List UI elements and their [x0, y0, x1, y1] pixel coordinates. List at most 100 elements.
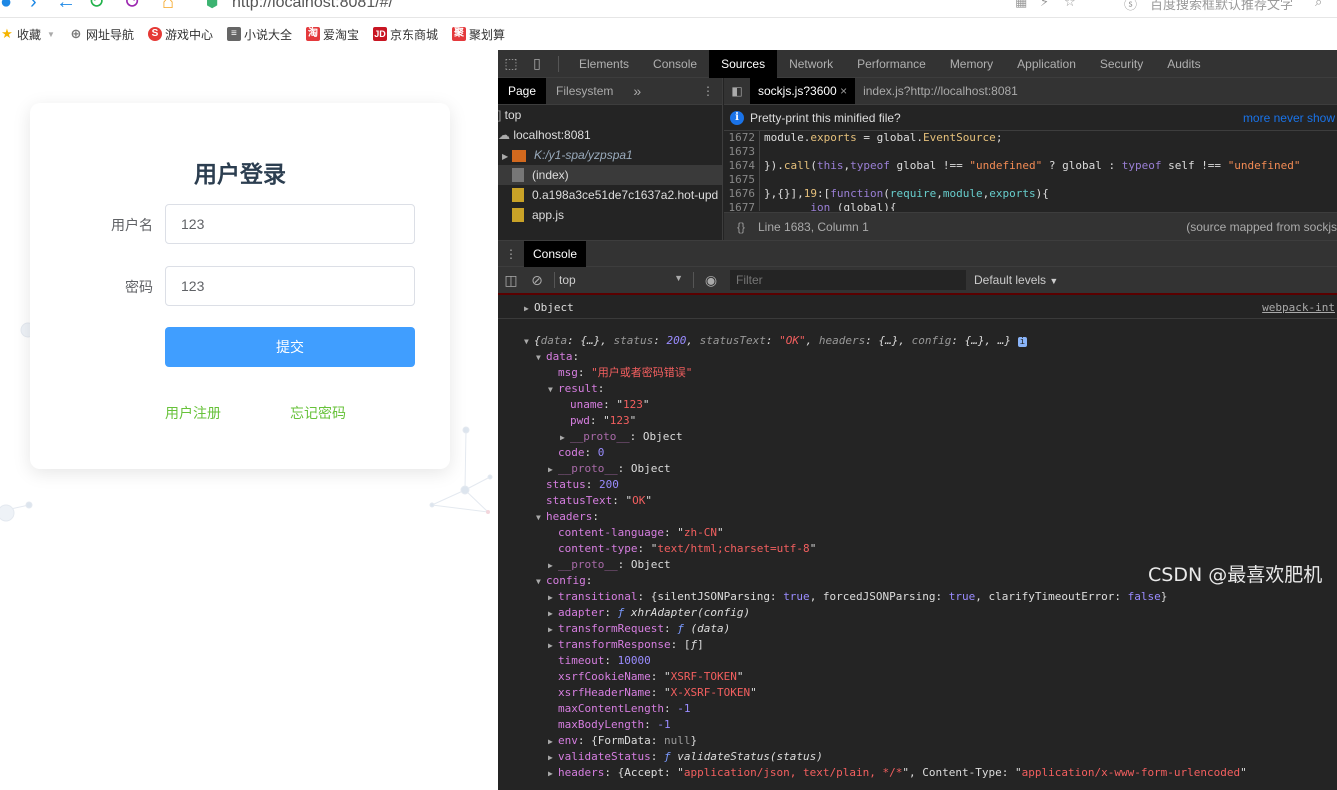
tree-node-msg: msg: "用户或者密码错误" [558, 366, 693, 379]
login-card: 用户登录 用户名 123 密码 123 提交 用户注册 忘记密码 [30, 103, 450, 469]
close-tab-icon[interactable]: × [840, 84, 847, 98]
tab-page[interactable]: Page [498, 78, 547, 104]
bookmark-nav[interactable]: ⊕ 网址导航 [69, 26, 133, 43]
tab-sources[interactable]: Sources [709, 50, 778, 78]
cursor-position: Line 1683, Column 1 [758, 219, 869, 234]
tab-performance[interactable]: Performance [845, 50, 938, 78]
code-line: 1677 ion (global){ [724, 201, 1337, 211]
tab-elements[interactable]: Elements [567, 50, 641, 78]
tree-node-config-headers[interactable]: ▶ headers: {Accept: "application/json, te… [498, 765, 1337, 781]
collapse-arrow-icon[interactable]: ▼ [524, 334, 534, 350]
tree-node-env[interactable]: ▶ env: {FormData: null} [498, 733, 1337, 749]
home-icon[interactable]: ⌂ [162, 0, 174, 12]
address-bar[interactable]: http://localhost:8081/#/ [232, 0, 393, 12]
tree-node-proto[interactable]: ▶ __proto__: Object [498, 461, 1337, 477]
tree-item-localhost[interactable]: ☁ localhost:8081 [498, 125, 722, 145]
console-message[interactable]: ▶ Object webpack-int [498, 297, 1337, 319]
devtools-panel: ⬚ ▯ Elements Console Sources Network Per… [498, 50, 1337, 790]
tree-item-app-js[interactable]: app.js [498, 205, 722, 225]
drawer-tab-console[interactable]: Console [524, 240, 587, 267]
object-summary[interactable]: ▼ {data: {…}, status: 200, statusText: "O… [498, 333, 1337, 349]
pretty-print-icon[interactable]: {} [724, 220, 758, 234]
tree-node-transform-request[interactable]: ▶ transformRequest: ƒ (data) [498, 621, 1337, 637]
more-link[interactable]: more [1243, 111, 1270, 125]
tree-item-folder[interactable]: ▶ K:/y1-spa/yzpspa1 [498, 145, 722, 165]
star-icon: ★ [1, 26, 13, 41]
bookmark-taobao[interactable]: 淘爱淘宝 [305, 26, 359, 43]
back-icon[interactable]: ← [56, 0, 76, 12]
expand-arrow-icon[interactable]: ▶ [502, 147, 512, 167]
password-input[interactable]: 123 [165, 266, 415, 306]
source-link[interactable]: webpack-int [1262, 297, 1335, 319]
bookmark-juhuasuan[interactable]: 聚聚划算 [452, 26, 505, 43]
tab-memory[interactable]: Memory [938, 50, 1005, 78]
tree-node-transitional[interactable]: ▶ transitional: {silentJSONParsing: true,… [498, 589, 1337, 605]
star-icon[interactable]: ☆ [1064, 0, 1076, 10]
tab-audits[interactable]: Audits [1155, 50, 1212, 78]
tab-network[interactable]: Network [777, 50, 845, 78]
sources-navigator: Page Filesystem » ⋮ ] top ☁ localhost:80… [498, 78, 723, 240]
search-box[interactable]: 百度搜索框默认推荐文字 [1150, 0, 1293, 13]
source-map-info[interactable]: (source mapped from sockjs [1186, 220, 1337, 234]
refresh-icon[interactable]: ↻ [88, 0, 105, 12]
bookmark-jd[interactable]: JD 京东商城 [373, 26, 438, 43]
browser-toolbar: ● › ← ↻ ↺ ⌂ ⬢ http://localhost:8081/#/ ▦… [0, 0, 1337, 18]
tree-node-adapter[interactable]: ▶ adapter: ƒ xhrAdapter(config) [498, 605, 1337, 621]
login-title: 用户登录 [194, 161, 286, 187]
lightning-icon[interactable]: ⚡ [1040, 0, 1049, 10]
clear-console-icon[interactable]: ⊘ [524, 266, 550, 294]
expand-arrow-icon[interactable]: ▶ [524, 298, 534, 320]
show-sidebar-icon[interactable]: ◫ [498, 266, 524, 294]
username-input[interactable]: 123 [165, 204, 415, 244]
game-icon: S [147, 27, 162, 41]
dropdown-icon: ▼ [47, 29, 55, 39]
log-levels-dropdown[interactable]: Default levels ▼ [974, 273, 1058, 287]
tab-application[interactable]: Application [1005, 50, 1088, 78]
never-show-link[interactable]: never show [1274, 111, 1335, 125]
tree-item-hot-update[interactable]: 0.a198a3ce51de7c1637a2.hot-upd [498, 185, 722, 205]
device-toolbar-icon[interactable]: ▯ [524, 50, 550, 78]
tree-item-index[interactable]: (index) [498, 165, 722, 185]
editor-tab-sockjs[interactable]: sockjs.js?3600 × [750, 78, 856, 104]
tree-node-validate-status[interactable]: ▶ validateStatus: ƒ validateStatus(status… [498, 749, 1337, 765]
tree-node-headers[interactable]: ▼ headers: [498, 509, 1337, 525]
info-badge-icon[interactable]: i [1017, 337, 1028, 347]
submit-button[interactable]: 提交 [165, 327, 415, 367]
bookmark-games[interactable]: S 游戏中心 [147, 26, 213, 43]
bookmark-novels[interactable]: ≡ 小说大全 [226, 26, 292, 43]
live-expression-eye-icon[interactable]: ◉ [698, 266, 724, 294]
tab-filesystem[interactable]: Filesystem [546, 78, 623, 104]
editor-tab-index[interactable]: index.js?http://localhost:8081 [855, 78, 1026, 104]
kebab-menu-icon[interactable]: ⋮ [702, 84, 722, 98]
context-selector[interactable]: top ▼ [559, 273, 689, 287]
drawer-menu-icon[interactable]: ⋮ [498, 247, 524, 261]
code-view[interactable]: 1672 module.exports = global.EventSource;… [724, 131, 1337, 211]
tab-security[interactable]: Security [1088, 50, 1155, 78]
tree-node-transform-response[interactable]: ▶ transformResponse: [ƒ] [498, 637, 1337, 653]
frame-icon: ] [498, 108, 505, 122]
tree-node-result[interactable]: ▼ result: [498, 381, 1337, 397]
more-tabs-icon[interactable]: » [623, 78, 651, 104]
undo-icon[interactable]: ↺ [124, 0, 141, 12]
qr-code-icon[interactable]: ▦ [1015, 0, 1027, 10]
tree-node-proto[interactable]: ▶ __proto__: Object [498, 429, 1337, 445]
folder-icon [512, 150, 526, 162]
bookmark-favorites[interactable]: ★ 收藏 ▼ [0, 26, 55, 43]
browser-logo-icon: ● [0, 0, 13, 13]
code-line: 1676},{}],19:[function(require,module,ex… [724, 187, 1337, 201]
console-filter-input[interactable] [730, 270, 966, 290]
tree-node-code: code: 0 [558, 446, 605, 459]
js-file-icon [512, 208, 524, 222]
toggle-navigator-icon[interactable]: ◧ [724, 84, 750, 98]
search-icon[interactable]: ⌕ [1315, 0, 1322, 10]
inspect-element-icon[interactable]: ⬚ [498, 50, 524, 78]
info-icon: i [730, 110, 744, 125]
forward-icon[interactable]: › [30, 0, 37, 12]
forgot-password-link[interactable]: 忘记密码 [290, 403, 346, 423]
tree-node-data[interactable]: ▼ data: [498, 349, 1337, 365]
tree-node-max-content-length: maxContentLength: -1 [558, 702, 691, 715]
tab-console[interactable]: Console [641, 50, 709, 78]
tree-node-max-body-length: maxBodyLength: -1 [558, 718, 671, 731]
tree-item-top[interactable]: ] top [498, 105, 722, 125]
register-link[interactable]: 用户注册 [165, 403, 221, 423]
